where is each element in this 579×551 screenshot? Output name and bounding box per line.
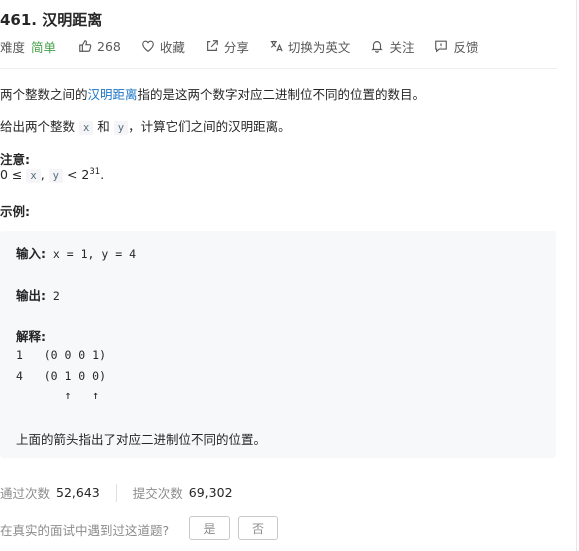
submissions-label: 提交次数 — [132, 486, 183, 501]
note-heading: 注意: — [0, 152, 30, 167]
text: 给出两个整数 — [0, 119, 79, 134]
binary-line-2: 4 (0 1 0 0) — [16, 369, 107, 383]
translate-icon — [270, 40, 283, 52]
code-x: x — [78, 121, 94, 135]
feedback-icon — [435, 40, 448, 53]
text: 和 — [93, 119, 114, 134]
text: , — [40, 167, 49, 182]
explanation-text: 上面的箭头指出了对应二进制位不同的位置。 — [16, 432, 267, 447]
submissions-count: 69,302 — [188, 485, 233, 500]
description-paragraph-1: 两个整数之间的汉明距离指的是这两个数字对应二进制位不同的位置的数目。 — [0, 84, 425, 103]
difficulty-badge: 简单 — [31, 39, 57, 55]
binary-line-1: 1 (0 0 0 1) — [16, 348, 107, 362]
code-y: y — [113, 121, 129, 135]
share-label: 分享 — [223, 39, 249, 55]
difficulty-label: 难度 — [0, 39, 26, 55]
explanation-label: 解释: — [16, 329, 46, 344]
thumbs-up-icon — [79, 40, 92, 52]
favorite-label: 收藏 — [159, 39, 185, 55]
code-y: y — [48, 169, 63, 183]
input-value: x = 1, y = 4 — [46, 247, 137, 261]
example-heading: 示例: — [0, 204, 30, 219]
feedback-button[interactable]: 反馈 — [434, 37, 478, 56]
example-output: 输出: 2 — [16, 285, 60, 304]
submission-stats: 通过次数 52,643 提交次数 69,302 — [0, 483, 233, 502]
difference-arrows: ↑ ↑ — [16, 388, 100, 402]
accepted-count: 52,643 — [56, 485, 100, 500]
exponent: 31 — [89, 167, 101, 177]
feedback-label: 反馈 — [453, 39, 479, 55]
header-divider — [0, 68, 557, 69]
like-count: 268 — [97, 38, 121, 54]
text: . — [100, 167, 105, 182]
output-value: 2 — [46, 289, 60, 303]
input-label: 输入: — [16, 246, 46, 261]
share-button[interactable]: 分享 — [205, 37, 249, 56]
problem-title: 461. 汉明距离 — [0, 11, 103, 29]
example-block: 输入: x = 1, y = 4 输出: 2 解释: 1 (0 0 0 1) 4… — [0, 231, 556, 458]
interview-question: 在真实的面试中遇到过这道题? — [0, 523, 170, 538]
translate-label: 切换为英文 — [287, 39, 351, 55]
problem-meta-bar: 难度 简单 268 收藏 分享 切换为英文 关注 反馈 — [0, 36, 498, 56]
text: ，计算它们之间的汉明距离。 — [128, 119, 291, 134]
code-x: x — [26, 169, 41, 183]
text: 0 ≤ — [0, 167, 27, 182]
text: < 2 — [62, 167, 90, 182]
text: 两个整数之间的 — [0, 87, 88, 102]
bell-icon — [371, 41, 384, 53]
translate-button[interactable]: 切换为英文 — [269, 37, 351, 56]
no-button[interactable]: 否 — [238, 516, 278, 540]
hamming-distance-link[interactable]: 汉明距离 — [88, 87, 138, 102]
example-input: 输入: x = 1, y = 4 — [16, 243, 136, 262]
output-label: 输出: — [16, 288, 46, 303]
accepted-label: 通过次数 — [0, 486, 51, 501]
share-icon — [206, 40, 218, 51]
yes-button[interactable]: 是 — [189, 516, 230, 540]
constraint-line: 0 ≤ x, y < 231. — [0, 167, 105, 183]
description-paragraph-2: 给出两个整数 x 和 y ，计算它们之间的汉明距离。 — [0, 116, 291, 135]
scrollbar-track[interactable] — [576, 0, 577, 551]
heart-icon — [142, 40, 154, 52]
follow-button[interactable]: 关注 — [370, 37, 414, 56]
text: 指的是这两个数字对应二进制位不同的位置的数目。 — [137, 87, 426, 102]
favorite-button[interactable]: 收藏 — [141, 37, 185, 56]
like-button[interactable]: 268 — [78, 39, 121, 54]
stats-divider — [115, 483, 117, 502]
follow-label: 关注 — [389, 39, 415, 55]
